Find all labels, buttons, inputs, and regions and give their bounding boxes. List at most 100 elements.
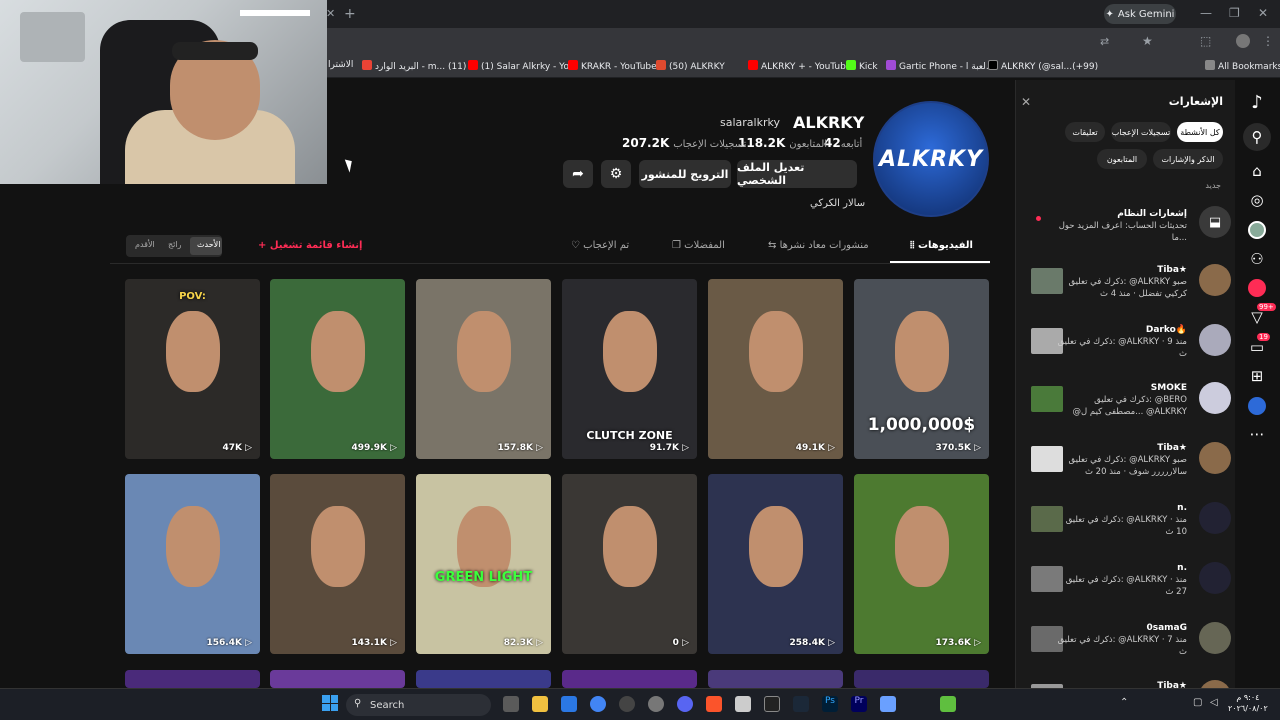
search-icon[interactable]: ⚲ <box>1243 123 1271 151</box>
menu-icon[interactable]: ⋮ <box>1262 34 1274 48</box>
file-explorer-icon[interactable] <box>532 696 548 712</box>
notification-avatar[interactable] <box>1199 382 1231 414</box>
chip-comments[interactable]: تعليقات <box>1065 122 1105 142</box>
video-card[interactable]: 499.9K ▷ <box>270 279 405 459</box>
share-icon[interactable]: ➦ <box>563 160 593 188</box>
notification-item[interactable]: n. ذكرك في تعليق: @ALKRKY · منذ 27 ث <box>1026 558 1231 612</box>
friends-icon[interactable]: ⚇ <box>1243 245 1271 273</box>
bookmark-item[interactable]: ALKRKY (@sal...(+99) <box>988 60 1098 72</box>
following-avatar[interactable] <box>1243 216 1271 244</box>
close-window-icon[interactable]: ✕ <box>1258 6 1268 20</box>
steam-icon[interactable] <box>793 696 809 712</box>
chip-all[interactable]: كل الأنشطة <box>1177 122 1223 142</box>
tab-videos[interactable]: ⦙⦙ الفيديوهات <box>910 240 973 251</box>
video-card[interactable]: 258.4K ▷ <box>708 474 843 654</box>
notification-avatar[interactable] <box>1199 502 1231 534</box>
live-icon[interactable] <box>1243 274 1271 302</box>
video-card[interactable]: 1,000,000$ 370.5K ▷ <box>854 279 989 459</box>
chip-mentions[interactable]: الذكر والإشارات <box>1153 149 1223 169</box>
create-playlist-button[interactable]: + إنشاء قائمة تشغيل <box>258 240 362 251</box>
inbox-rail-icon[interactable]: ▽ 99+ <box>1243 303 1276 331</box>
taskbar-clock[interactable]: ٩:٠٤ م ٢٠٢٦/٠٨/٠٢ <box>1228 692 1268 714</box>
store-icon[interactable] <box>561 696 577 712</box>
system-notification[interactable]: إشعارات النظام تحديثات الحساب: اعرف المزي… <box>1026 202 1231 256</box>
bookmark-item[interactable]: (1) Salar Alkrky - Yo... <box>468 60 577 72</box>
chip-likes[interactable]: تسجيلات الإعجاب <box>1111 122 1171 142</box>
obs-icon[interactable] <box>619 696 635 712</box>
messages-icon[interactable]: ▭ 19 <box>1243 333 1271 361</box>
video-card-partial[interactable] <box>416 670 551 688</box>
video-card[interactable]: POV: 47K ▷ <box>125 279 260 459</box>
home-icon[interactable]: ⌂ <box>1243 157 1271 185</box>
minimize-icon[interactable]: — <box>1200 6 1212 20</box>
video-card[interactable]: CLUTCH ZONE 91.7K ▷ <box>562 279 697 459</box>
brave-icon[interactable] <box>706 696 722 712</box>
bookmark-item[interactable]: الاشترا <box>328 60 353 70</box>
explore-icon[interactable]: ◎ <box>1243 186 1271 214</box>
settings-taskbar-icon[interactable] <box>648 696 664 712</box>
tab-favorites[interactable]: ❐ المفضلات <box>672 240 725 251</box>
more-icon[interactable]: ⋯ <box>1243 420 1271 448</box>
sort-oldest[interactable]: الأقدم <box>135 240 155 249</box>
settings-icon[interactable]: ⚙ <box>601 160 631 188</box>
notification-avatar[interactable] <box>1199 442 1231 474</box>
new-tab-button[interactable]: + <box>344 6 356 22</box>
app-icon[interactable] <box>880 696 896 712</box>
video-card[interactable]: 156.4K ▷ <box>125 474 260 654</box>
video-card-partial[interactable] <box>125 670 260 688</box>
close-panel-icon[interactable]: ✕ <box>1021 95 1031 109</box>
extensions-icon[interactable]: ⬚ <box>1200 34 1211 48</box>
taskbar-search[interactable]: ⚲ Search <box>346 694 491 716</box>
bookmark-star-icon[interactable]: ★ <box>1142 34 1153 48</box>
volume-icon[interactable]: ◁ <box>1210 697 1218 708</box>
video-card-partial[interactable] <box>562 670 697 688</box>
translate-icon[interactable]: ⇄ <box>1100 35 1109 48</box>
edit-profile-button[interactable]: تعديل الملف الشخصي <box>737 160 857 188</box>
windows-start-icon[interactable] <box>322 695 338 711</box>
profile-avatar-large[interactable]: ALKRKY <box>873 101 989 217</box>
notification-avatar[interactable] <box>1199 324 1231 356</box>
video-card[interactable]: 143.1K ▷ <box>270 474 405 654</box>
video-card[interactable]: 173.6K ▷ <box>854 474 989 654</box>
video-card-partial[interactable] <box>270 670 405 688</box>
notification-avatar[interactable] <box>1199 264 1231 296</box>
bookmark-item[interactable]: (50) ALKRKY <box>656 60 725 72</box>
sort-popular[interactable]: رائج <box>168 240 181 249</box>
ask-gemini-button[interactable]: ✦ Ask Gemini <box>1104 4 1176 24</box>
promote-post-button[interactable]: الترويج للمنشور <box>639 160 731 188</box>
chip-followers[interactable]: المتابعون <box>1097 149 1147 169</box>
minecraft-icon[interactable] <box>940 696 956 712</box>
video-card[interactable]: GREEN LIGHT 82.3K ▷ <box>416 474 551 654</box>
notification-avatar[interactable] <box>1199 562 1231 594</box>
tab-reposts[interactable]: ⇆ منشورات معاد نشرها <box>768 240 869 251</box>
network-icon[interactable]: ▢ <box>1193 697 1202 708</box>
bookmark-item[interactable]: Gartic Phone - لعبة ا... <box>886 60 994 72</box>
stat-followers[interactable]: 118.2K المتابعون <box>738 136 827 150</box>
tray-chevron-icon[interactable]: ⌃ <box>1120 697 1128 708</box>
bookmark-item[interactable]: Kick <box>846 60 878 72</box>
notification-item[interactable]: SMOKE ذكرك في تعليق: @BERO @مصطفى كيم ل..… <box>1026 378 1231 432</box>
all-bookmarks[interactable]: All Bookmarks <box>1205 60 1280 72</box>
tab-liked[interactable]: ♡ تم الإعجاب <box>571 240 629 251</box>
video-card[interactable]: 0 ▷ <box>562 474 697 654</box>
video-card[interactable]: 157.8K ▷ <box>416 279 551 459</box>
bookmark-item[interactable]: البريد الوارد - m... (11) <box>362 60 466 72</box>
profile-rail-avatar[interactable] <box>1243 392 1271 420</box>
notification-item[interactable]: Tiba★ ذكرك في تعليق: @ALKRKY صبو كركيي تف… <box>1026 260 1231 314</box>
premiere-icon[interactable]: Pr <box>851 696 867 712</box>
upload-icon[interactable]: ⊞ <box>1243 362 1271 390</box>
notification-item[interactable]: 0samaG ذكرك في تعليق: @ALKRKY · منذ 7 ث <box>1026 618 1231 672</box>
tiktok-logo-icon[interactable]: ♪ <box>1243 88 1271 116</box>
maximize-icon[interactable]: ❐ <box>1229 6 1240 20</box>
chrome-icon[interactable] <box>590 696 606 712</box>
notification-item[interactable]: Tiba★ ذكرك في تعليق: @ALKRKY صبو سالارررر… <box>1026 438 1231 492</box>
video-card[interactable]: 49.1K ▷ <box>708 279 843 459</box>
notification-avatar[interactable] <box>1199 622 1231 654</box>
capcut-icon[interactable] <box>764 696 780 712</box>
discord-icon[interactable] <box>677 696 693 712</box>
bookmark-item[interactable]: ALKRKY + - YouTube <box>748 60 851 72</box>
bookmark-item[interactable]: KRAKR - YouTube <box>568 60 657 72</box>
notepad-icon[interactable] <box>735 696 751 712</box>
video-card-partial[interactable] <box>854 670 989 688</box>
video-card-partial[interactable] <box>708 670 843 688</box>
